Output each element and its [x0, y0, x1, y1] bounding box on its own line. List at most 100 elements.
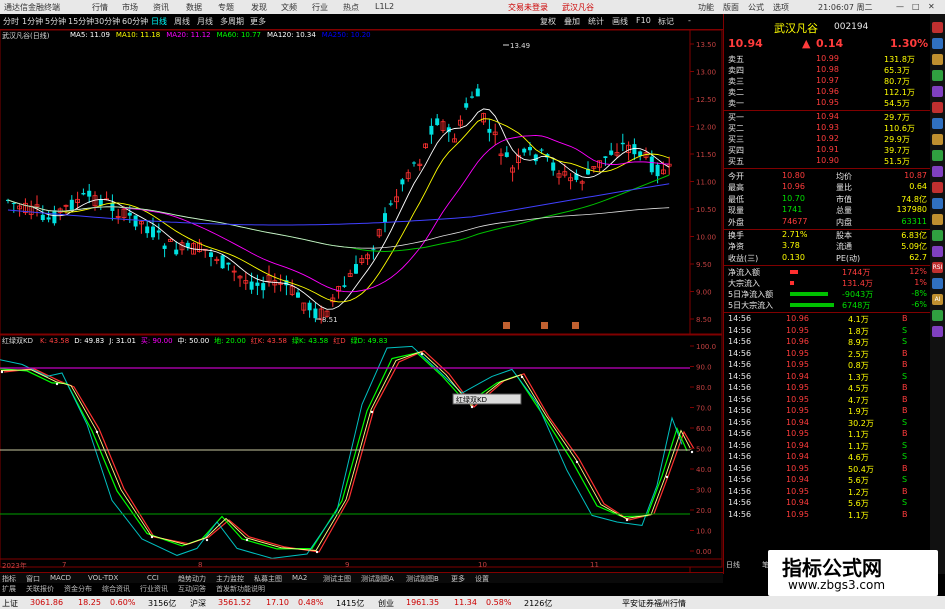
side-tool-icon[interactable]	[932, 150, 943, 161]
indicator-tab[interactable]: MACD	[50, 574, 71, 582]
price-tick-label: 13.00	[696, 69, 716, 77]
menu-item-news[interactable]: 资讯	[153, 2, 169, 13]
bid-row[interactable]: 买五 10.90 51.5万	[724, 156, 931, 167]
period-button-daily[interactable]: 日线	[151, 16, 167, 27]
period-button-1min[interactable]: 1分钟	[22, 16, 43, 27]
side-tool-icon[interactable]	[932, 230, 943, 241]
side-tool-icon[interactable]	[932, 70, 943, 81]
bid-volume: 29.7万	[884, 113, 910, 122]
minimize-icon[interactable]: —	[896, 2, 904, 11]
period-button-60min[interactable]: 60分钟	[122, 16, 148, 27]
menu-item-options[interactable]: 选项	[773, 2, 789, 13]
side-tool-icon[interactable]	[932, 278, 943, 289]
quote-tab[interactable]: 日线	[726, 560, 740, 570]
toolbar-fuquan[interactable]: 复权	[540, 16, 556, 27]
menu-item-hot[interactable]: 热点	[343, 2, 359, 13]
indicator-tab[interactable]: MA2	[292, 574, 307, 582]
menu-item-layout[interactable]: 版面	[723, 2, 739, 13]
ask-row[interactable]: 卖二 10.96 112.1万	[724, 87, 931, 98]
tick-volume: 4.5万	[848, 384, 869, 394]
menu-item-market[interactable]: 行情	[92, 2, 108, 13]
stat-label: 市值	[836, 194, 852, 204]
side-tool-icon[interactable]	[932, 198, 943, 209]
bid-row[interactable]: 买二 10.93 110.6万	[724, 123, 931, 134]
menu-item-discover[interactable]: 发现	[251, 2, 267, 13]
flow-bar	[790, 303, 834, 308]
side-tool-icon[interactable]	[932, 102, 943, 113]
menu-item-data[interactable]: 数据	[186, 2, 202, 13]
side-tool-icon[interactable]	[932, 182, 943, 193]
candle-body	[412, 162, 416, 164]
tick-price: 10.95	[786, 348, 809, 358]
side-tool-icon[interactable]	[932, 22, 943, 33]
side-tool-icon[interactable]	[932, 38, 943, 49]
ask-row[interactable]: 卖五 10.99 131.8万	[724, 54, 931, 65]
side-tool-icon[interactable]	[932, 118, 943, 129]
ask-row[interactable]: 卖四 10.98 65.3万	[724, 65, 931, 76]
period-button-monthly[interactable]: 月线	[197, 16, 213, 27]
side-tool-icon[interactable]	[932, 310, 943, 321]
extension-tab[interactable]: 行业资讯	[140, 584, 168, 594]
clock: 21:06:07 周二	[818, 3, 873, 12]
period-button-more[interactable]: 更多	[250, 16, 266, 27]
period-button-15min[interactable]: 15分钟	[68, 16, 94, 27]
event-flag[interactable]	[541, 322, 548, 329]
close-icon[interactable]: ✕	[928, 2, 935, 11]
menu-item-topic[interactable]: 专题	[218, 2, 234, 13]
trade-login-status[interactable]: 交易未登录	[508, 2, 548, 13]
side-tool-icon[interactable]	[932, 54, 943, 65]
bid-price: 10.94	[816, 112, 839, 121]
extension-tab[interactable]: 综合资讯	[102, 584, 130, 594]
ai-icon[interactable]: AI	[932, 294, 943, 305]
period-button-30min[interactable]: 30分钟	[94, 16, 120, 27]
extension-tab[interactable]: 首发新功能说明	[216, 584, 265, 594]
menu-item-l1l2[interactable]: L1L2	[375, 2, 394, 11]
side-tool-icon[interactable]	[932, 134, 943, 145]
side-tool-icon[interactable]	[932, 326, 943, 337]
price-tick-label: 12.00	[696, 124, 716, 132]
extension-tab[interactable]: 关联报价	[26, 584, 54, 594]
extension-tab[interactable]: 扩展	[2, 584, 16, 594]
toolbar-mark[interactable]: 标记	[658, 16, 674, 27]
event-flag[interactable]	[572, 322, 579, 329]
event-flag[interactable]	[503, 322, 510, 329]
toolbar-stats[interactable]: 统计	[588, 16, 604, 27]
toolbar-minus[interactable]: -	[688, 16, 691, 25]
menu-item-wenpin[interactable]: 文频	[281, 2, 297, 13]
bid-row[interactable]: 买三 10.92 29.9万	[724, 134, 931, 145]
fund-flow-row: 5日净流入额 -9043万 -8%	[724, 289, 931, 300]
maximize-icon[interactable]: □	[912, 2, 920, 11]
indicator-tab[interactable]: CCI	[147, 574, 159, 582]
stat-label: 现量	[728, 206, 744, 216]
quote-panel: 武汉凡谷 002194 10.94 ▲ 0.14 1.30% 卖五 10.99 13…	[723, 14, 931, 574]
toolbar-overlay[interactable]: 叠加	[564, 16, 580, 27]
chart-area[interactable]: 13.5013.0012.5012.0011.5011.0010.5010.00…	[0, 30, 723, 572]
menu-item-industry[interactable]: 行业	[312, 2, 328, 13]
bid-row[interactable]: 买一 10.94 29.7万	[724, 112, 931, 123]
tick-price: 10.94	[786, 475, 809, 485]
menu-item-function[interactable]: 功能	[698, 2, 714, 13]
period-button-fenshi[interactable]: 分时	[3, 16, 19, 27]
side-tool-icon[interactable]	[932, 246, 943, 257]
kd-signal-dot	[55, 382, 59, 386]
side-tool-icon[interactable]	[932, 214, 943, 225]
extension-tab[interactable]: 资金分布	[64, 584, 92, 594]
ask-row[interactable]: 卖三 10.97 80.7万	[724, 76, 931, 87]
ask-row[interactable]: 卖一 10.95 54.5万	[724, 98, 931, 109]
extension-tab[interactable]: 互动问答	[178, 584, 206, 594]
menu-item-shichang[interactable]: 市场	[122, 2, 138, 13]
period-button-5min[interactable]: 5分钟	[45, 16, 66, 27]
kd-signal-dot	[315, 550, 319, 554]
tick-time: 14:56	[728, 406, 752, 416]
menu-item-formula[interactable]: 公式	[748, 2, 764, 13]
rsi-icon[interactable]: RSI	[932, 262, 943, 273]
quote-price: 10.94	[728, 37, 763, 50]
toolbar-f10[interactable]: F10	[636, 16, 651, 25]
toolbar-draw[interactable]: 画线	[612, 16, 628, 27]
bid-row[interactable]: 买四 10.91 39.7万	[724, 145, 931, 156]
side-tool-icon[interactable]	[932, 166, 943, 177]
period-button-multi[interactable]: 多周期	[220, 16, 244, 27]
period-button-weekly[interactable]: 周线	[174, 16, 190, 27]
side-tool-icon[interactable]	[932, 86, 943, 97]
indicator-tab[interactable]: VOL-TDX	[88, 574, 118, 582]
